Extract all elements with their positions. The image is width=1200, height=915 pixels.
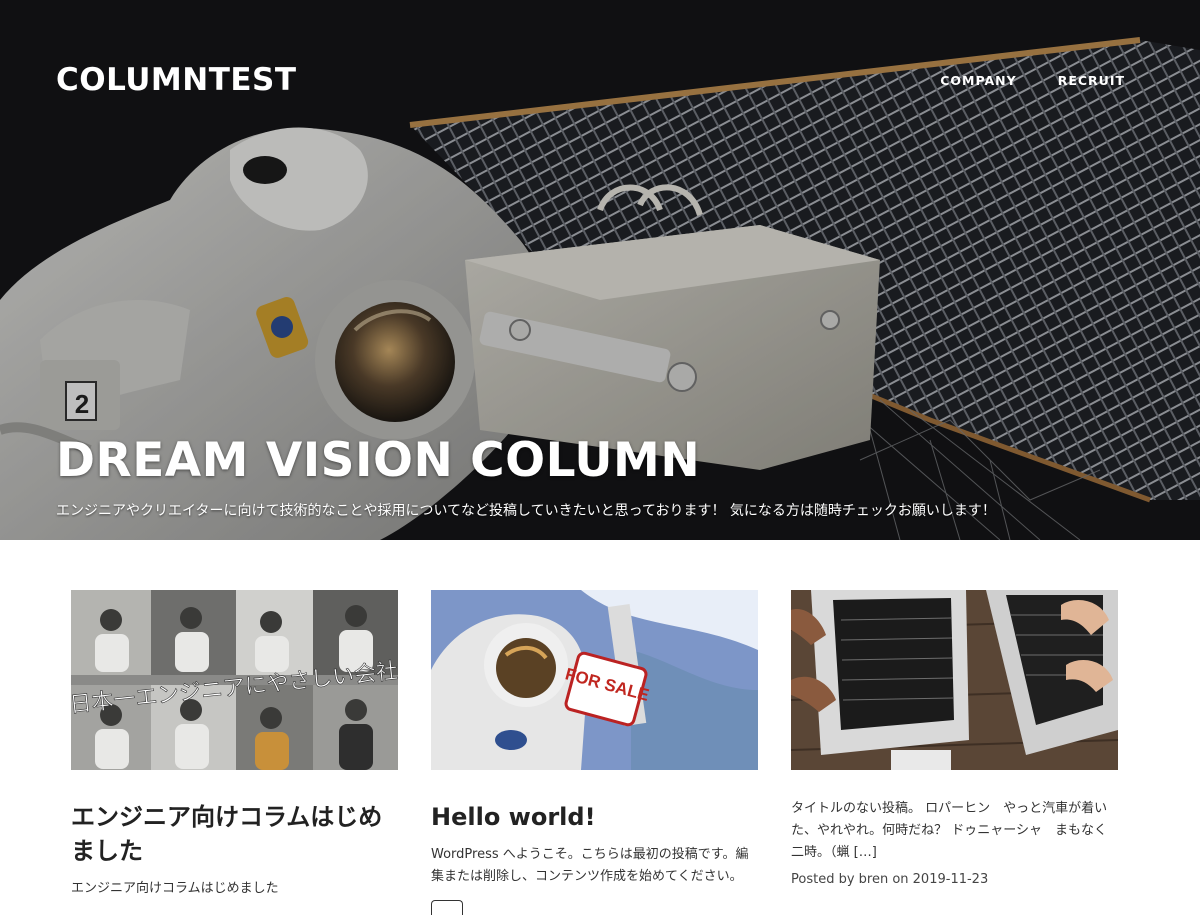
post-title[interactable]: Hello world! [431,800,758,834]
post-card: タイトルのない投稿。 ロパーヒン やっと汽車が着いた、やれやれ。何時だね？ ドゥ… [791,590,1118,915]
hero-tagline: エンジニアやクリエイターに向けて技術的なことや採用についてなど投稿していきたいと… [56,503,996,519]
post-card: FOR SALE Hello world! WordPress へようこそ。こち… [431,590,758,915]
hero-heading: DREAM VISION COLUMN [56,433,701,488]
post-excerpt: タイトルのない投稿。 ロパーヒン やっと汽車が着いた、やれやれ。何時だね？ ドゥ… [791,801,1108,860]
post-card: 日本一エンジニアにやさしい会社 エンジニア向けコラムはじめました エンジニア向け… [71,590,398,915]
post-excerpt: エンジニア向けコラムはじめました [71,881,279,896]
nav-item-company[interactable]: COMPANY [940,73,1016,88]
post-thumbnail-laptops[interactable] [791,590,1118,770]
read-more-tag[interactable] [431,900,463,915]
nav-item-recruit[interactable]: RECRUIT [1058,73,1125,88]
main-nav: COMPANY RECRUIT [940,73,1125,88]
post-list: 日本一エンジニアにやさしい会社 エンジニア向けコラムはじめました エンジニア向け… [71,590,1118,915]
post-thumbnail-astronaut[interactable]: FOR SALE [431,590,758,770]
site-title[interactable]: COLUMNTEST [56,62,297,98]
post-title[interactable]: エンジニア向けコラムはじめました [71,800,398,868]
post-thumbnail-team-photo[interactable]: 日本一エンジニアにやさしい会社 [71,590,398,770]
post-meta: Posted by bren on 2019-11-23 [791,872,989,887]
post-excerpt: WordPress へようこそ。こちらは最初の投稿です。編集または削除し、コンテ… [431,847,749,884]
hero-banner: 2 COLUMNTEST COMPANY RECRUIT DREAM VISIO… [0,0,1200,540]
